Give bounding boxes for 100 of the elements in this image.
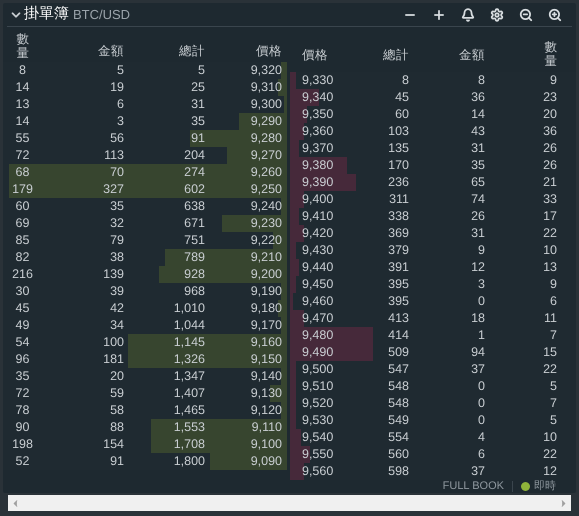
table-cell-text: 789 — [183, 251, 205, 264]
table-cell-text: 85 — [14, 234, 30, 247]
table-cell-text: 638 — [183, 200, 205, 213]
table-cell-text: 1,010 — [172, 302, 205, 315]
table-cell-text: 32 — [109, 217, 124, 230]
table-cell-text: 18 — [470, 312, 485, 325]
table-cell-text: 30 — [14, 285, 30, 298]
table-cell-text: 96 — [14, 353, 30, 366]
table-cell-text: 13 — [14, 98, 30, 111]
table-cell-text: 7 — [549, 397, 557, 410]
table-cell-text: 20 — [542, 108, 557, 121]
table-cell-text: 548 — [387, 397, 409, 410]
table-cell-text: 8 — [18, 64, 27, 77]
table-cell-text: 9,560 — [301, 465, 334, 478]
column-header: 金額 — [459, 48, 485, 62]
table-cell-text: 9 — [549, 278, 557, 291]
table-cell-text: 1,044 — [172, 319, 205, 332]
table-cell-text: 9,410 — [301, 210, 334, 223]
table-cell-text: 90 — [14, 421, 30, 434]
table-cell-text: 311 — [388, 193, 409, 206]
table-cell-text: 36 — [542, 125, 557, 138]
table-cell-text: 5 — [549, 380, 557, 393]
table-cell-text: 35 — [190, 115, 205, 128]
zoom-in-icon[interactable] — [548, 8, 562, 22]
table-cell-text: 26 — [542, 159, 557, 172]
bell-icon[interactable] — [461, 8, 475, 22]
table-cell-text: 395 — [387, 278, 409, 291]
table-cell-text: 0 — [477, 397, 485, 410]
table-cell-text: 60 — [394, 108, 409, 121]
table-cell-text: 598 — [387, 465, 409, 478]
table-cell-text: 9,200 — [250, 268, 282, 281]
status-label: 即時 — [534, 480, 556, 492]
column-header: 數量 — [544, 41, 557, 68]
table-cell-text: 0 — [477, 380, 485, 393]
full-book-label[interactable]: FULL BOOK — [442, 480, 504, 492]
table-cell-text: 55 — [14, 132, 30, 145]
table-cell-text: 9,360 — [301, 125, 334, 138]
table-cell-text: 11 — [543, 312, 557, 325]
table-cell-text: 17 — [542, 210, 557, 223]
table-cell-text: 23 — [542, 91, 557, 104]
table-cell-text: 12 — [470, 261, 485, 274]
table-cell-text: 26 — [542, 142, 557, 155]
table-cell-text: 327 — [102, 183, 124, 196]
table-cell-text: 60 — [14, 200, 30, 213]
table-cell-text: 154 — [102, 438, 124, 451]
table-cell-text: 100 — [102, 336, 124, 349]
table-cell-text: 35 — [109, 200, 124, 213]
column-header: 金額 — [98, 44, 124, 58]
table-cell-text: 236 — [387, 176, 409, 189]
table-cell-text: 968 — [183, 285, 205, 298]
table-cell-text: 170 — [387, 159, 409, 172]
table-cell-text: 3 — [477, 278, 485, 291]
table-cell-text: 78 — [14, 404, 30, 417]
table-cell-text: 91 — [190, 132, 205, 145]
table-cell-text: 13 — [542, 261, 557, 274]
table-cell-text: 9,540 — [301, 431, 334, 444]
table-cell-text: 0 — [477, 295, 485, 308]
table-cell-text: 9,310 — [250, 81, 282, 94]
settings-icon[interactable] — [490, 8, 504, 22]
table-cell-text: 395 — [387, 295, 409, 308]
table-cell-text: 88 — [109, 421, 124, 434]
plus-icon[interactable] — [432, 8, 446, 22]
table-cell-text: 69 — [14, 217, 30, 230]
table-cell-text: 72 — [14, 149, 30, 162]
table-cell-text: 22 — [542, 227, 557, 240]
table-cell-text: 59 — [109, 387, 124, 400]
table-cell-text: 9,270 — [250, 149, 282, 162]
table-cell-text: 9,160 — [250, 336, 282, 349]
zoom-out-icon[interactable] — [519, 8, 533, 22]
table-cell-text: 9,400 — [301, 193, 334, 206]
table-cell-text: 54 — [14, 336, 30, 349]
table-cell-text: 33 — [542, 193, 557, 206]
table-cell-text: 1,407 — [172, 387, 205, 400]
table-cell-text: 274 — [183, 166, 205, 179]
table-cell-text: 9,190 — [250, 285, 282, 298]
table-cell-text: 204 — [183, 149, 205, 162]
table-cell-text: 9,550 — [301, 448, 334, 461]
table-cell-text: 37 — [470, 363, 485, 376]
column-header: 數量 — [16, 33, 29, 60]
table-cell-text: 391 — [387, 261, 409, 274]
table-cell-text: 9,510 — [301, 380, 334, 393]
table-cell-text: 68 — [14, 166, 30, 179]
table-cell-text: 70 — [109, 166, 124, 179]
table-cell-text: 12 — [542, 465, 557, 478]
table-cell-text: 45 — [394, 91, 409, 104]
column-header: 價格 — [302, 48, 328, 62]
table-cell-text: 9,500 — [301, 363, 334, 376]
table-cell-text: 369 — [387, 227, 409, 240]
table-cell-text: 72 — [14, 387, 30, 400]
table-cell-text: 14 — [14, 115, 30, 128]
table-cell-text: 42 — [109, 302, 124, 315]
table-cell-text: 5 — [197, 64, 205, 77]
table-cell-text: 751 — [183, 234, 205, 247]
table-cell-text: 10 — [542, 431, 557, 444]
table-cell-text: 3 — [116, 115, 124, 128]
table-cell-text: 560 — [387, 448, 409, 461]
table-cell-text: 1,465 — [172, 404, 205, 417]
table-cell-text: 8 — [401, 74, 409, 87]
table-cell-text: 6 — [477, 448, 485, 461]
table-cell-text: 135 — [387, 142, 409, 155]
